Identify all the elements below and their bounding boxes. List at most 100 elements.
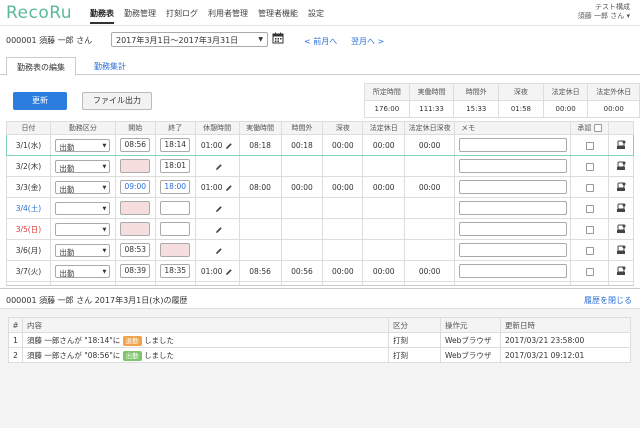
row-overtime [280,218,324,240]
table-row[interactable]: 3/1(水) 出勤 ▼ 08:56 18:14 01:00 08:18 00:18 00:00 0… [6,134,634,156]
memo-input[interactable] [458,159,567,173]
memo-input[interactable] [458,201,567,215]
close-history-link[interactable]: 履歴を閉じる [584,295,632,306]
history-stamp-icon[interactable] [616,140,626,150]
kubun-select[interactable]: ▼ [55,201,111,215]
history-stamp-icon[interactable] [616,161,626,171]
history-stamp-icon[interactable] [616,224,626,234]
pencil-icon[interactable] [225,184,233,192]
approve-all-checkbox[interactable] [593,124,602,132]
nav-item-riyousha-kanri[interactable]: 利用者管理 [208,8,248,24]
end-time-input[interactable]: 18:00 [160,180,191,194]
tab-edit-timesheet[interactable]: 勤務表の編集 [6,57,76,76]
next-month-link[interactable]: 翌月へ > [351,36,384,47]
start-time-input[interactable]: 08:39 [120,264,151,278]
calendar-icon[interactable] [272,32,284,44]
table-row[interactable]: 3/6(月) 出勤 ▼ 08:53 [6,239,634,261]
row-date: 3/7(火) [6,260,51,282]
approval-checkbox[interactable] [585,141,594,150]
memo-input[interactable] [458,222,567,236]
history-stamp-icon[interactable] [616,266,626,276]
approval-checkbox[interactable] [585,162,594,171]
table-row[interactable]: 3/4(土) ▼ [6,197,634,219]
history-header: 000001 須藤 一郎 さん 2017年3月1日(水)の履歴 履歴を閉じる [0,288,640,308]
start-time-input[interactable]: 08:53 [120,243,151,257]
row-holiday: 00:00 [362,134,406,156]
approval-checkbox[interactable] [585,225,594,234]
start-time-input[interactable] [120,159,151,173]
end-time-input[interactable] [160,243,191,257]
nav-item-kinmu-kanri[interactable]: 勤務管理 [124,8,156,24]
approval-checkbox[interactable] [585,246,594,255]
summary-header: 実働時間 [408,83,455,101]
kubun-select[interactable]: 出勤▼ [55,180,111,194]
timesheet-grid[interactable]: 日付 勤務区分 開始 終了 休憩時間 実働時間 時間外 深夜 法定休日 法定休日… [6,121,634,286]
start-time-input[interactable] [120,201,151,215]
memo-input[interactable] [458,138,567,152]
history-stamp-icon[interactable] [616,203,626,213]
nav-item-dakoku-log[interactable]: 打刻ログ [166,8,198,24]
table-row[interactable]: 3/5(日) ▼ [6,218,634,240]
row-work [238,155,282,177]
row-night: 00:00 [322,134,364,156]
pencil-icon[interactable] [215,247,223,255]
tab-bar: 勤務表の編集 勤務集計 [0,57,640,76]
kubun-select[interactable]: 出勤▼ [55,286,110,287]
memo-input[interactable] [459,285,567,286]
user-company: テスト構成 [595,3,630,11]
grid-header-holiday-night: 法定休日深夜 [404,121,456,135]
file-output-button[interactable]: ファイル出力 [82,92,152,110]
end-time-input[interactable]: 18:01 [160,159,191,173]
pencil-icon[interactable] [215,163,223,171]
table-row[interactable]: 3/7(火) 出勤 ▼ 08:39 18:35 01:00 08:56 00:56 00:00 0… [6,260,634,282]
user-menu[interactable]: テスト構成 須藤 一郎 さん ▾ [578,3,630,21]
grid-header-date: 日付 [6,121,51,135]
history-num: 2 [8,347,23,363]
table-row[interactable]: 3/8(水)出勤▼09:0021:3101:0011:3103:3100:000… [6,281,634,287]
memo-input[interactable] [458,264,567,278]
prev-month-link[interactable]: < 前月へ [304,36,337,47]
caret-down-icon: ▼ [102,268,107,275]
start-time-input[interactable]: 09:00 [120,285,150,286]
row-action-cell [607,134,634,156]
nav-item-kanrisha-kinou[interactable]: 管理者機能 [258,8,298,24]
kubun-select[interactable]: 出勤▼ [55,159,111,173]
start-time-input[interactable]: 09:00 [120,180,151,194]
kubun-select[interactable]: 出勤▼ [55,264,111,278]
history-stamp-icon[interactable] [616,245,626,255]
memo-input[interactable] [458,180,567,194]
row-kubun-cell: 出勤▼ [49,281,116,287]
history-panel: # 内容 区分 操作元 更新日時 1 須藤 一郎さんが "18:14"に 退勤 し… [0,308,640,428]
row-approval-cell [570,134,609,156]
row-kubun-cell: 出勤▼ [49,176,116,198]
end-time-input[interactable] [160,201,191,215]
start-time-input[interactable]: 08:56 [120,138,151,152]
period-select[interactable]: 2017年3月1日〜2017年3月31日 ▼ [111,32,268,47]
history-stamp-icon[interactable] [616,182,626,192]
memo-input[interactable] [458,243,567,257]
end-time-input[interactable]: 18:14 [160,138,191,152]
history-content-text: 須藤 一郎さんが "08:56"に [27,350,121,360]
update-button[interactable]: 更新 [13,92,67,110]
table-row[interactable]: 3/3(金) 出勤 ▼ 09:00 18:00 01:00 08:00 00:00 00:00 0… [6,176,634,198]
approval-checkbox[interactable] [585,183,594,192]
nav-item-kinmuhyo[interactable]: 勤務表 [90,8,114,24]
recoru-logo[interactable]: RecoRu [6,3,72,23]
pencil-icon[interactable] [215,226,223,234]
kubun-select[interactable]: ▼ [55,222,111,236]
end-time-input[interactable]: 18:35 [160,264,191,278]
end-time-input[interactable] [160,222,191,236]
pencil-icon[interactable] [225,142,233,150]
row-overtime: 00:18 [280,134,324,156]
kubun-select[interactable]: 出勤▼ [55,138,111,152]
kubun-select[interactable]: 出勤▼ [55,243,111,257]
approval-checkbox[interactable] [585,267,594,276]
approval-checkbox[interactable] [585,204,594,213]
pencil-icon[interactable] [215,205,223,213]
start-time-input[interactable] [120,222,151,236]
pencil-icon[interactable] [225,268,233,276]
end-time-input[interactable]: 21:31 [160,285,190,286]
table-row[interactable]: 3/2(木) 出勤 ▼ 18:01 [6,155,634,177]
nav-item-settei[interactable]: 設定 [308,8,324,24]
tab-work-summary[interactable]: 勤務集計 [84,57,136,75]
